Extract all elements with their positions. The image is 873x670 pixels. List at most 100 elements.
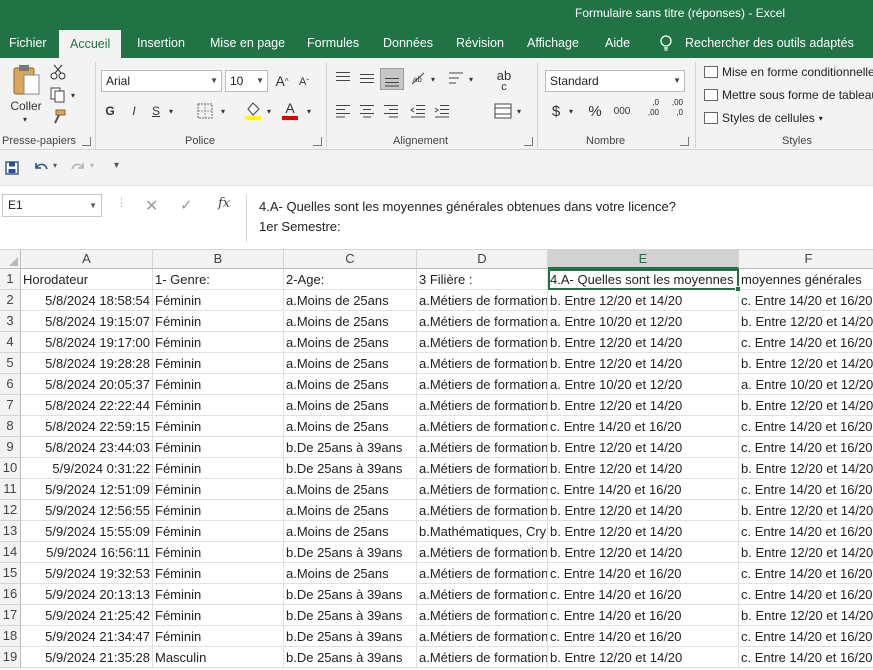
cell-a15[interactable]: 5/9/2024 19:32:53 <box>21 563 153 584</box>
column-header-d[interactable]: D <box>417 250 548 269</box>
increase-decimal-button[interactable]: ,0 ,00 <box>639 98 659 122</box>
cell-e12[interactable]: b. Entre 12/20 et 14/20 <box>548 500 739 521</box>
cell-d15[interactable]: a.Métiers de formation <box>417 563 548 584</box>
cell-d8[interactable]: a.Métiers de formation <box>417 416 548 437</box>
format-as-table-button[interactable]: Mettre sous forme de tableau <box>704 88 873 102</box>
tab-affichage[interactable]: Affichage <box>527 28 579 58</box>
row-header[interactable]: 19 <box>0 647 21 668</box>
chevron-down-icon[interactable]: ▾ <box>304 103 314 119</box>
cell-e16[interactable]: c. Entre 14/20 et 16/20 <box>548 584 739 605</box>
align-right-icon[interactable] <box>383 104 399 118</box>
chevron-down-icon[interactable]: ▾ <box>53 161 57 170</box>
cell-a19[interactable]: 5/9/2024 21:35:28 <box>21 647 153 668</box>
cell-a4[interactable]: 5/8/2024 19:17:00 <box>21 332 153 353</box>
cell-c3[interactable]: a.Moins de 25ans <box>284 311 417 332</box>
cell-b16[interactable]: Féminin <box>153 584 284 605</box>
row-header[interactable]: 11 <box>0 479 21 500</box>
cell-a14[interactable]: 5/9/2024 16:56:11 <box>21 542 153 563</box>
cut-icon[interactable] <box>50 64 66 80</box>
accounting-format-button[interactable]: $ <box>549 101 563 121</box>
cell-b8[interactable]: Féminin <box>153 416 284 437</box>
row-header[interactable]: 13 <box>0 521 21 542</box>
cancel-icon[interactable]: ✕ <box>145 196 158 216</box>
cell-c15[interactable]: a.Moins de 25ans <box>284 563 417 584</box>
align-bottom-button[interactable] <box>380 68 404 90</box>
cell-a12[interactable]: 5/9/2024 12:56:55 <box>21 500 153 521</box>
cell-b6[interactable]: Féminin <box>153 374 284 395</box>
cell-b18[interactable]: Féminin <box>153 626 284 647</box>
row-header[interactable]: 1 <box>0 269 21 290</box>
font-size-select[interactable]: 10 ▼ <box>225 70 268 92</box>
cell-a18[interactable]: 5/9/2024 21:34:47 <box>21 626 153 647</box>
cell-c4[interactable]: a.Moins de 25ans <box>284 332 417 353</box>
decrease-indent-icon[interactable] <box>410 104 426 118</box>
grow-font-button[interactable]: A ^ <box>274 71 290 91</box>
cell-f3[interactable]: b. Entre 12/20 et 14/20 <box>739 311 873 332</box>
cell-e19[interactable]: b. Entre 12/20 et 14/20 <box>548 647 739 668</box>
cell-d14[interactable]: a.Métiers de formation <box>417 542 548 563</box>
cell-b11[interactable]: Féminin <box>153 479 284 500</box>
row-header[interactable]: 16 <box>0 584 21 605</box>
cell-c14[interactable]: b.De 25ans à 39ans <box>284 542 417 563</box>
number-format-select[interactable]: Standard ▼ <box>545 70 685 92</box>
cell-b5[interactable]: Féminin <box>153 353 284 374</box>
column-header-b[interactable]: B <box>153 250 284 269</box>
row-header[interactable]: 8 <box>0 416 21 437</box>
cell-b3[interactable]: Féminin <box>153 311 284 332</box>
merge-center-icon[interactable] <box>494 103 512 119</box>
row-header[interactable]: 5 <box>0 353 21 374</box>
cell-c10[interactable]: b.De 25ans à 39ans <box>284 458 417 479</box>
orientation-icon[interactable]: ab <box>410 70 428 86</box>
tab-mise-en-page[interactable]: Mise en page <box>210 28 285 58</box>
cell-b4[interactable]: Féminin <box>153 332 284 353</box>
cell-b10[interactable]: Féminin <box>153 458 284 479</box>
cell-e5[interactable]: b. Entre 12/20 et 14/20 <box>548 353 739 374</box>
column-header-c[interactable]: C <box>284 250 417 269</box>
cell-e10[interactable]: b. Entre 12/20 et 14/20 <box>548 458 739 479</box>
cell-f9[interactable]: c. Entre 14/20 et 16/20 <box>739 437 873 458</box>
customize-qat-icon[interactable]: ▾ <box>114 160 119 171</box>
cell-f16[interactable]: c. Entre 14/20 et 16/20 <box>739 584 873 605</box>
cell-e8[interactable]: c. Entre 14/20 et 16/20 <box>548 416 739 437</box>
cell-f2[interactable]: c. Entre 14/20 et 16/20 <box>739 290 873 311</box>
row-header[interactable]: 9 <box>0 437 21 458</box>
row-header[interactable]: 15 <box>0 563 21 584</box>
cell-a9[interactable]: 5/8/2024 23:44:03 <box>21 437 153 458</box>
tab-revision[interactable]: Révision <box>456 28 504 58</box>
cell-a17[interactable]: 5/9/2024 21:25:42 <box>21 605 153 626</box>
column-header-e[interactable]: E <box>548 250 739 269</box>
cell-styles-button[interactable]: Styles de cellules ▾ <box>704 111 823 125</box>
cell-e17[interactable]: c. Entre 14/20 et 16/20 <box>548 605 739 626</box>
cell-c19[interactable]: b.De 25ans à 39ans <box>284 647 417 668</box>
row-header[interactable]: 18 <box>0 626 21 647</box>
align-center-icon[interactable] <box>359 104 375 118</box>
cell-b2[interactable]: Féminin <box>153 290 284 311</box>
italic-button[interactable]: I <box>126 102 142 120</box>
cell-f11[interactable]: c. Entre 14/20 et 16/20 <box>739 479 873 500</box>
header-cell-c1[interactable]: 2-Age: <box>284 269 417 290</box>
percent-button[interactable]: % <box>586 101 604 121</box>
cell-e11[interactable]: c. Entre 14/20 et 16/20 <box>548 479 739 500</box>
insert-function-button[interactable]: fx <box>218 196 230 211</box>
chevron-down-icon[interactable]: ▾ <box>428 71 438 87</box>
conditional-formatting-button[interactable]: Mise en forme conditionnelle <box>704 65 873 79</box>
cell-e2[interactable]: b. Entre 12/20 et 14/20 <box>548 290 739 311</box>
chevron-down-icon[interactable]: ▾ <box>466 71 476 87</box>
chevron-down-icon[interactable]: ▾ <box>166 103 176 119</box>
cell-f18[interactable]: c. Entre 14/20 et 16/20 <box>739 626 873 647</box>
tab-formules[interactable]: Formules <box>307 28 359 58</box>
cell-c17[interactable]: b.De 25ans à 39ans <box>284 605 417 626</box>
cell-a16[interactable]: 5/9/2024 20:13:13 <box>21 584 153 605</box>
cell-c6[interactable]: a.Moins de 25ans <box>284 374 417 395</box>
undo-icon[interactable] <box>33 160 49 174</box>
tab-fichier[interactable]: Fichier <box>9 28 47 58</box>
row-header[interactable]: 7 <box>0 395 21 416</box>
tab-accueil[interactable]: Accueil <box>59 30 122 58</box>
cell-a3[interactable]: 5/8/2024 19:15:07 <box>21 311 153 332</box>
cell-a2[interactable]: 5/8/2024 18:58:54 <box>21 290 153 311</box>
align-top-icon[interactable] <box>335 71 351 85</box>
borders-icon[interactable] <box>197 103 213 119</box>
save-icon[interactable] <box>5 161 19 175</box>
chevron-down-icon[interactable]: ▾ <box>514 103 524 119</box>
cell-b13[interactable]: Féminin <box>153 521 284 542</box>
